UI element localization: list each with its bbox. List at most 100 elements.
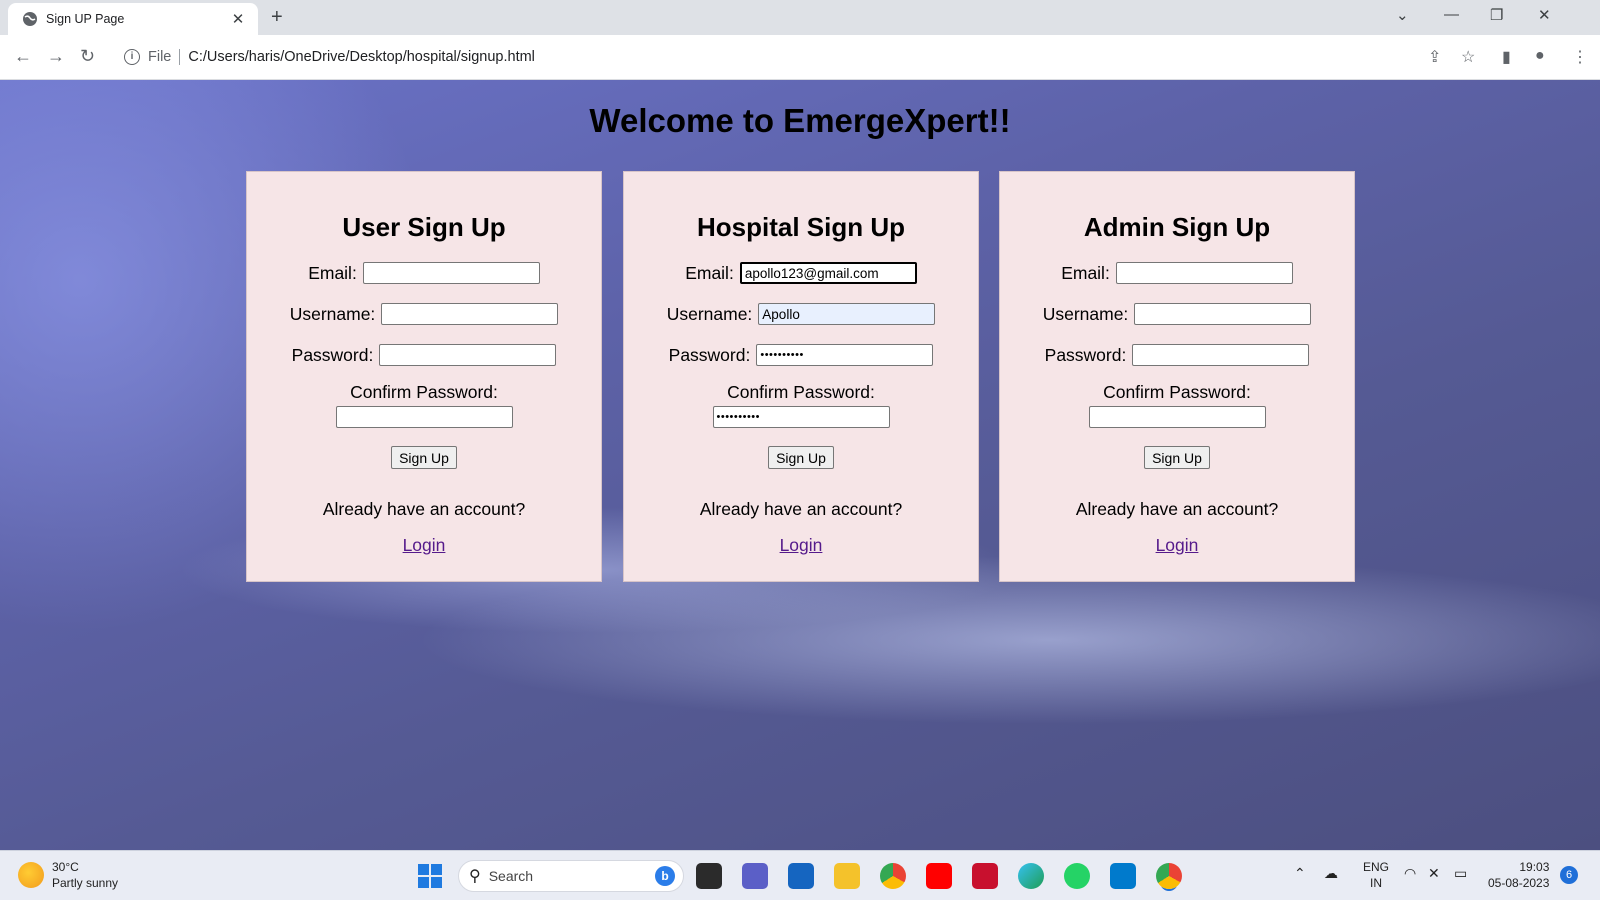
- already-have-account-text: Already have an account?: [1075, 499, 1279, 519]
- whatsapp-icon[interactable]: [1064, 863, 1090, 889]
- clock-date: 05-08-2023: [1488, 876, 1550, 890]
- password-label: Password:: [668, 344, 751, 365]
- password-label: Password:: [291, 344, 374, 365]
- login-link[interactable]: Login: [780, 535, 823, 555]
- card-heading: User Sign Up: [342, 212, 506, 242]
- weather-desc: Partly sunny: [52, 876, 119, 890]
- sign-up-button[interactable]: Sign Up: [768, 446, 834, 469]
- lang-top: ENG: [1363, 860, 1390, 874]
- email-field[interactable]: [362, 262, 540, 284]
- close-window-icon[interactable]: ✕: [1538, 6, 1551, 24]
- language-indicator[interactable]: ENG IN: [1363, 859, 1389, 891]
- onedrive-icon[interactable]: ☁: [1324, 865, 1338, 882]
- email-row: Email: apollo123@gmail.com: [624, 262, 978, 284]
- email-field[interactable]: apollo123@gmail.com: [739, 262, 917, 284]
- microsoft-store-icon[interactable]: [788, 863, 814, 889]
- password-field[interactable]: [1132, 344, 1310, 366]
- password-row: Password:: [247, 344, 601, 366]
- email-row: Email:: [247, 262, 601, 284]
- wifi-icon[interactable]: ◠: [1404, 865, 1416, 882]
- already-have-account-text: Already have an account?: [699, 499, 903, 519]
- search-placeholder: Search: [488, 868, 534, 884]
- battery-icon[interactable]: ▭: [1454, 865, 1467, 882]
- side-panel-icon[interactable]: ▮: [1502, 47, 1511, 67]
- profile-avatar-icon[interactable]: ●: [1535, 47, 1545, 65]
- already-have-account-text: Already have an account?: [322, 499, 526, 519]
- weather-widget[interactable]: 30°C Partly sunny: [18, 859, 118, 891]
- back-arrow-icon[interactable]: ←: [14, 46, 32, 67]
- minimize-icon[interactable]: —: [1444, 6, 1459, 23]
- confirm-password-row: [247, 406, 601, 428]
- vscode-icon[interactable]: [1110, 863, 1136, 889]
- confirm-password-field[interactable]: [1088, 406, 1266, 428]
- password-field[interactable]: [379, 344, 557, 366]
- email-label: Email:: [308, 262, 357, 283]
- password-field[interactable]: ••••••••••: [756, 344, 934, 366]
- login-link[interactable]: Login: [403, 535, 446, 555]
- chevron-up-icon[interactable]: ⌃: [1294, 865, 1306, 882]
- username-row: Username:: [247, 303, 601, 325]
- username-field[interactable]: [1134, 303, 1312, 325]
- clock-time: 19:03: [1519, 860, 1550, 874]
- email-field[interactable]: [1115, 262, 1293, 284]
- address-bar[interactable]: i File C:/Users/haris/OneDrive/Desktop/h…: [114, 39, 1474, 75]
- hospital-signup-card: Hospital Sign Up Email: apollo123@gmail.…: [623, 171, 979, 582]
- new-tab-button[interactable]: +: [271, 6, 283, 29]
- more-menu-icon[interactable]: ⋮: [1572, 47, 1588, 67]
- confirm-password-field[interactable]: [335, 406, 513, 428]
- username-field[interactable]: [381, 303, 559, 325]
- edge-icon[interactable]: [1018, 863, 1044, 889]
- username-label: Username:: [289, 303, 376, 324]
- username-row: Username: Apollo: [624, 303, 978, 325]
- notification-badge[interactable]: 6: [1560, 866, 1578, 884]
- username-label: Username:: [666, 303, 753, 324]
- muted-speaker-icon[interactable]: ✕: [1428, 865, 1440, 882]
- confirm-password-label: Confirm Password:: [1103, 382, 1251, 402]
- chrome-icon[interactable]: [880, 863, 906, 889]
- forward-arrow-icon[interactable]: →: [47, 46, 65, 67]
- share-icon[interactable]: ⇪: [1428, 47, 1441, 67]
- lang-bottom: IN: [1370, 876, 1382, 890]
- file-explorer-icon[interactable]: [834, 863, 860, 889]
- chrome-active-icon[interactable]: [1156, 863, 1182, 889]
- windows-start-icon[interactable]: [418, 864, 442, 888]
- weather-temp: 30°C: [52, 860, 79, 874]
- taskbar-search[interactable]: ⚲ Search b: [458, 860, 684, 892]
- tab-title: Sign UP Page: [46, 12, 125, 26]
- close-tab-icon[interactable]: ✕: [228, 10, 248, 28]
- sign-up-button[interactable]: Sign Up: [1144, 446, 1210, 469]
- confirm-password-label: Confirm Password:: [727, 382, 875, 402]
- bing-icon[interactable]: b: [655, 866, 675, 886]
- restore-icon[interactable]: ❐: [1490, 6, 1503, 24]
- confirm-password-field[interactable]: ••••••••••: [712, 406, 890, 428]
- sign-up-button[interactable]: Sign Up: [391, 446, 457, 469]
- browser-tab[interactable]: Sign UP Page ✕: [8, 3, 258, 35]
- email-row: Email:: [1000, 262, 1354, 284]
- tab-search-chevron-icon[interactable]: ⌄: [1396, 6, 1409, 24]
- email-label: Email:: [685, 262, 734, 283]
- password-row: Password: ••••••••••: [624, 344, 978, 366]
- confirm-password-row: [1000, 406, 1354, 428]
- task-view-icon[interactable]: [696, 863, 722, 889]
- teams-chat-icon[interactable]: [742, 863, 768, 889]
- username-label: Username:: [1042, 303, 1129, 324]
- search-icon: ⚲: [469, 868, 481, 885]
- reload-icon[interactable]: ↻: [80, 46, 95, 67]
- confirm-password-label: Confirm Password:: [350, 382, 498, 402]
- bookmark-star-icon[interactable]: ☆: [1461, 47, 1475, 67]
- login-row: Login: [624, 535, 978, 556]
- partly-sunny-icon: [18, 862, 44, 888]
- username-field[interactable]: Apollo: [758, 303, 936, 325]
- password-row: Password:: [1000, 344, 1354, 366]
- password-label: Password:: [1044, 344, 1127, 365]
- globe-icon: [23, 12, 37, 26]
- mcafee-icon[interactable]: [972, 863, 998, 889]
- email-label: Email:: [1061, 262, 1110, 283]
- browser-toolbar: ← → ↻ i File C:/Users/haris/OneDrive/Des…: [0, 35, 1600, 80]
- login-link[interactable]: Login: [1156, 535, 1199, 555]
- system-clock[interactable]: 19:03 05-08-2023: [1488, 859, 1549, 891]
- info-icon[interactable]: i: [124, 49, 140, 65]
- youtube-icon[interactable]: [926, 863, 952, 889]
- button-row: Sign Up: [1000, 446, 1354, 469]
- url-text[interactable]: C:/Users/haris/OneDrive/Desktop/hospital…: [188, 49, 535, 65]
